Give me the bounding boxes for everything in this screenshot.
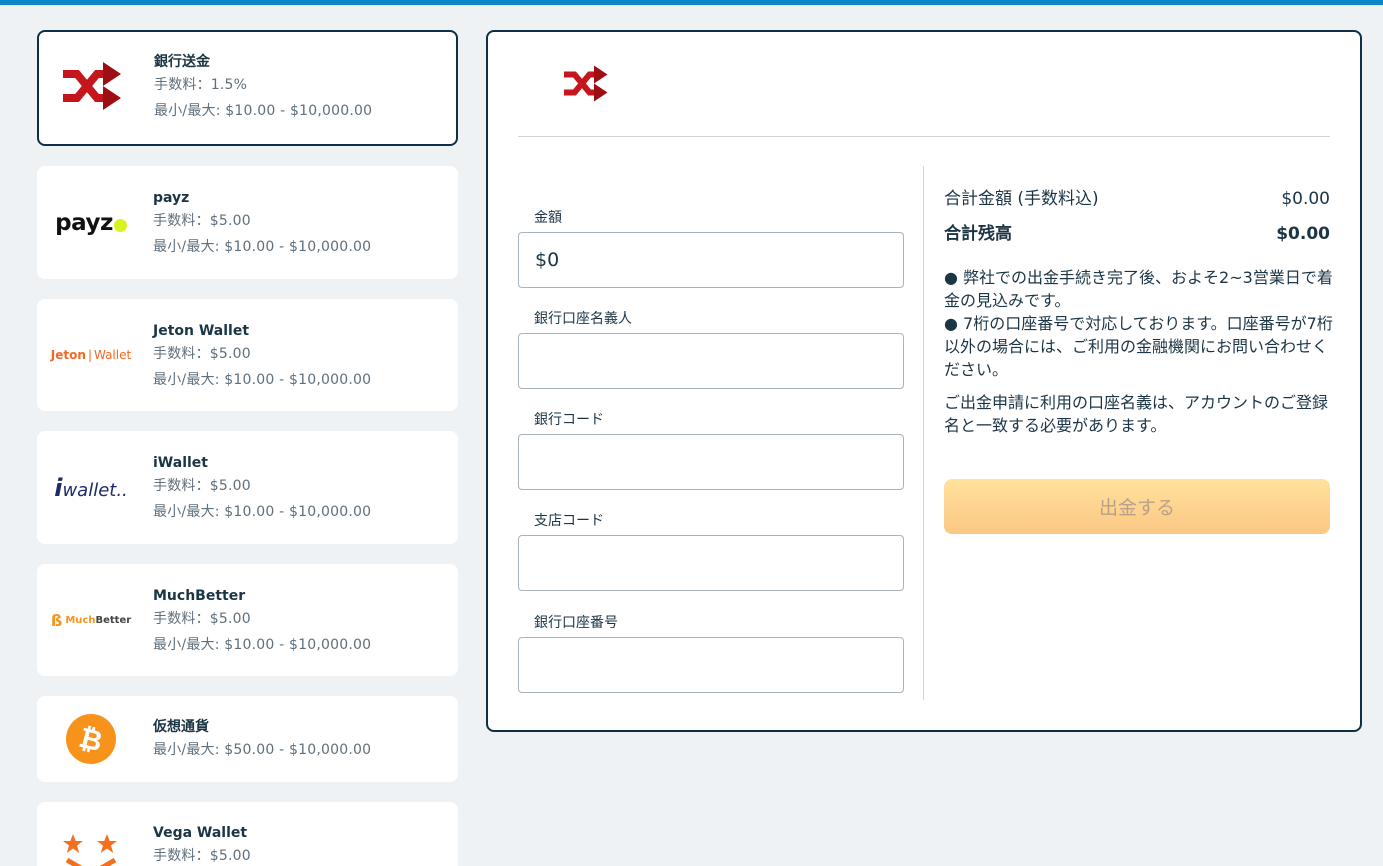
jeton-logo: Jeton | Wallet [50,348,132,362]
account-holder-label: 銀行口座名義人 [534,311,632,327]
method-name: MuchBetter [153,588,246,604]
method-fee: 手数料：$5.00 [153,346,251,362]
method-limits: 最小/最大: $10.00 - $10,000.00 [153,504,372,520]
balance-label: 合計残高 [944,224,1012,244]
method-limits: 最小/最大: $50.00 - $10,000.00 [153,742,372,758]
balance-value: $0.00 [1276,224,1330,244]
amount-label: 金額 [534,210,562,226]
method-card-payz[interactable]: payz payz 手数料：$5.00 最小/最大: $10.00 - $10,… [37,166,458,279]
method-fee: 手数料：$5.00 [153,611,251,627]
muchbetter-logo-much: Much [65,614,96,626]
total-value: $0.00 [1281,189,1330,209]
method-fee: 手数料：$5.00 [153,478,251,494]
note-processing-time: ● 弊社での出金手続き完了後、およそ2~3営業日で着金の見込みです。 [944,268,1333,310]
bank-transfer-shuffle-icon [51,32,131,144]
iwallet-logo-text: wallet.. [62,479,128,501]
method-card-crypto[interactable]: ₿ 仮想通貨 最小/最大: $50.00 - $10,000.00 [37,696,458,782]
account-number-label: 銀行口座番号 [534,615,618,631]
iwallet-logo: iwallet.. [54,473,128,502]
top-accent-bar [0,0,1383,5]
branch-code-label: 支店コード [534,513,604,529]
bitcoin-icon: ₿ [51,698,131,780]
method-card-iwallet[interactable]: iwallet.. iWallet 手数料：$5.00 最小/最大: $10.0… [37,431,458,544]
total-row: 合計金額 (手数料込) $0.00 [944,186,1330,212]
muchbetter-logo: ß Much Better [50,610,132,630]
method-limits: 最小/最大: $10.00 - $10,000.00 [153,239,372,255]
bank-transfer-shuffle-icon [560,64,610,110]
method-card-bank-transfer[interactable]: 銀行送金 手数料：1.5% 最小/最大: $10.00 - $10,000.00 [37,30,458,146]
total-label: 合計金額 (手数料込) [944,189,1099,209]
withdraw-notes: ● 弊社での出金手続き完了後、およそ2~3営業日で着金の見込みです。 ● 7桁の… [944,266,1334,437]
column-divider [923,166,924,700]
payz-logo: payz [51,168,131,277]
amount-input[interactable] [518,232,904,288]
method-limits: 最小/最大: $10.00 - $10,000.00 [153,637,372,653]
method-name: iWallet [153,455,208,471]
method-name: payz [153,190,190,206]
withdraw-form-panel: 金額 銀行口座名義人 銀行コード 支店コード 銀行口座番号 合計金額 (手数料込… [486,30,1362,732]
vega-wallet-logo [51,804,131,866]
method-name: Jeton Wallet [153,323,250,339]
jeton-logo-text: Jeton [50,348,86,362]
jeton-logo-wallet-text: Wallet [93,348,132,362]
method-limits: 最小/最大: $10.00 - $10,000.00 [153,372,372,388]
bank-code-input[interactable] [518,434,904,490]
balance-row: 合計残高 $0.00 [944,221,1330,247]
method-card-muchbetter[interactable]: ß Much Better MuchBetter 手数料：$5.00 最小/最大: … [37,564,458,676]
panel-divider [518,136,1330,137]
branch-code-input[interactable] [518,535,904,591]
method-card-jeton-wallet[interactable]: Jeton | Wallet Jeton Wallet 手数料：$5.00 最小/最… [37,299,458,411]
withdraw-button[interactable]: 出金する [944,479,1330,534]
method-name: 銀行送金 [154,54,210,70]
method-card-vega-wallet[interactable]: Vega Wallet 手数料：$5.00 [37,802,458,866]
muchbetter-logo-better: Better [95,614,132,626]
method-name: 仮想通貨 [153,719,209,735]
account-holder-input[interactable] [518,333,904,389]
method-fee: 手数料：$5.00 [153,848,251,864]
account-number-input[interactable] [518,637,904,693]
method-name: Vega Wallet [153,825,248,841]
method-limits: 最小/最大: $10.00 - $10,000.00 [154,103,373,119]
method-fee: 手数料：1.5% [154,77,248,93]
method-fee: 手数料：$5.00 [153,213,251,229]
bank-code-label: 銀行コード [534,412,604,428]
note-account-name: ご出金申請に利用の口座名義は、アカウントのご登録名と一致する必要があります。 [944,393,1329,435]
payz-logo-text: payz [55,209,113,236]
note-account-digits: ● 7桁の口座番号で対応しております。口座番号が7桁以外の場合には、ご利用の金融… [944,314,1333,379]
